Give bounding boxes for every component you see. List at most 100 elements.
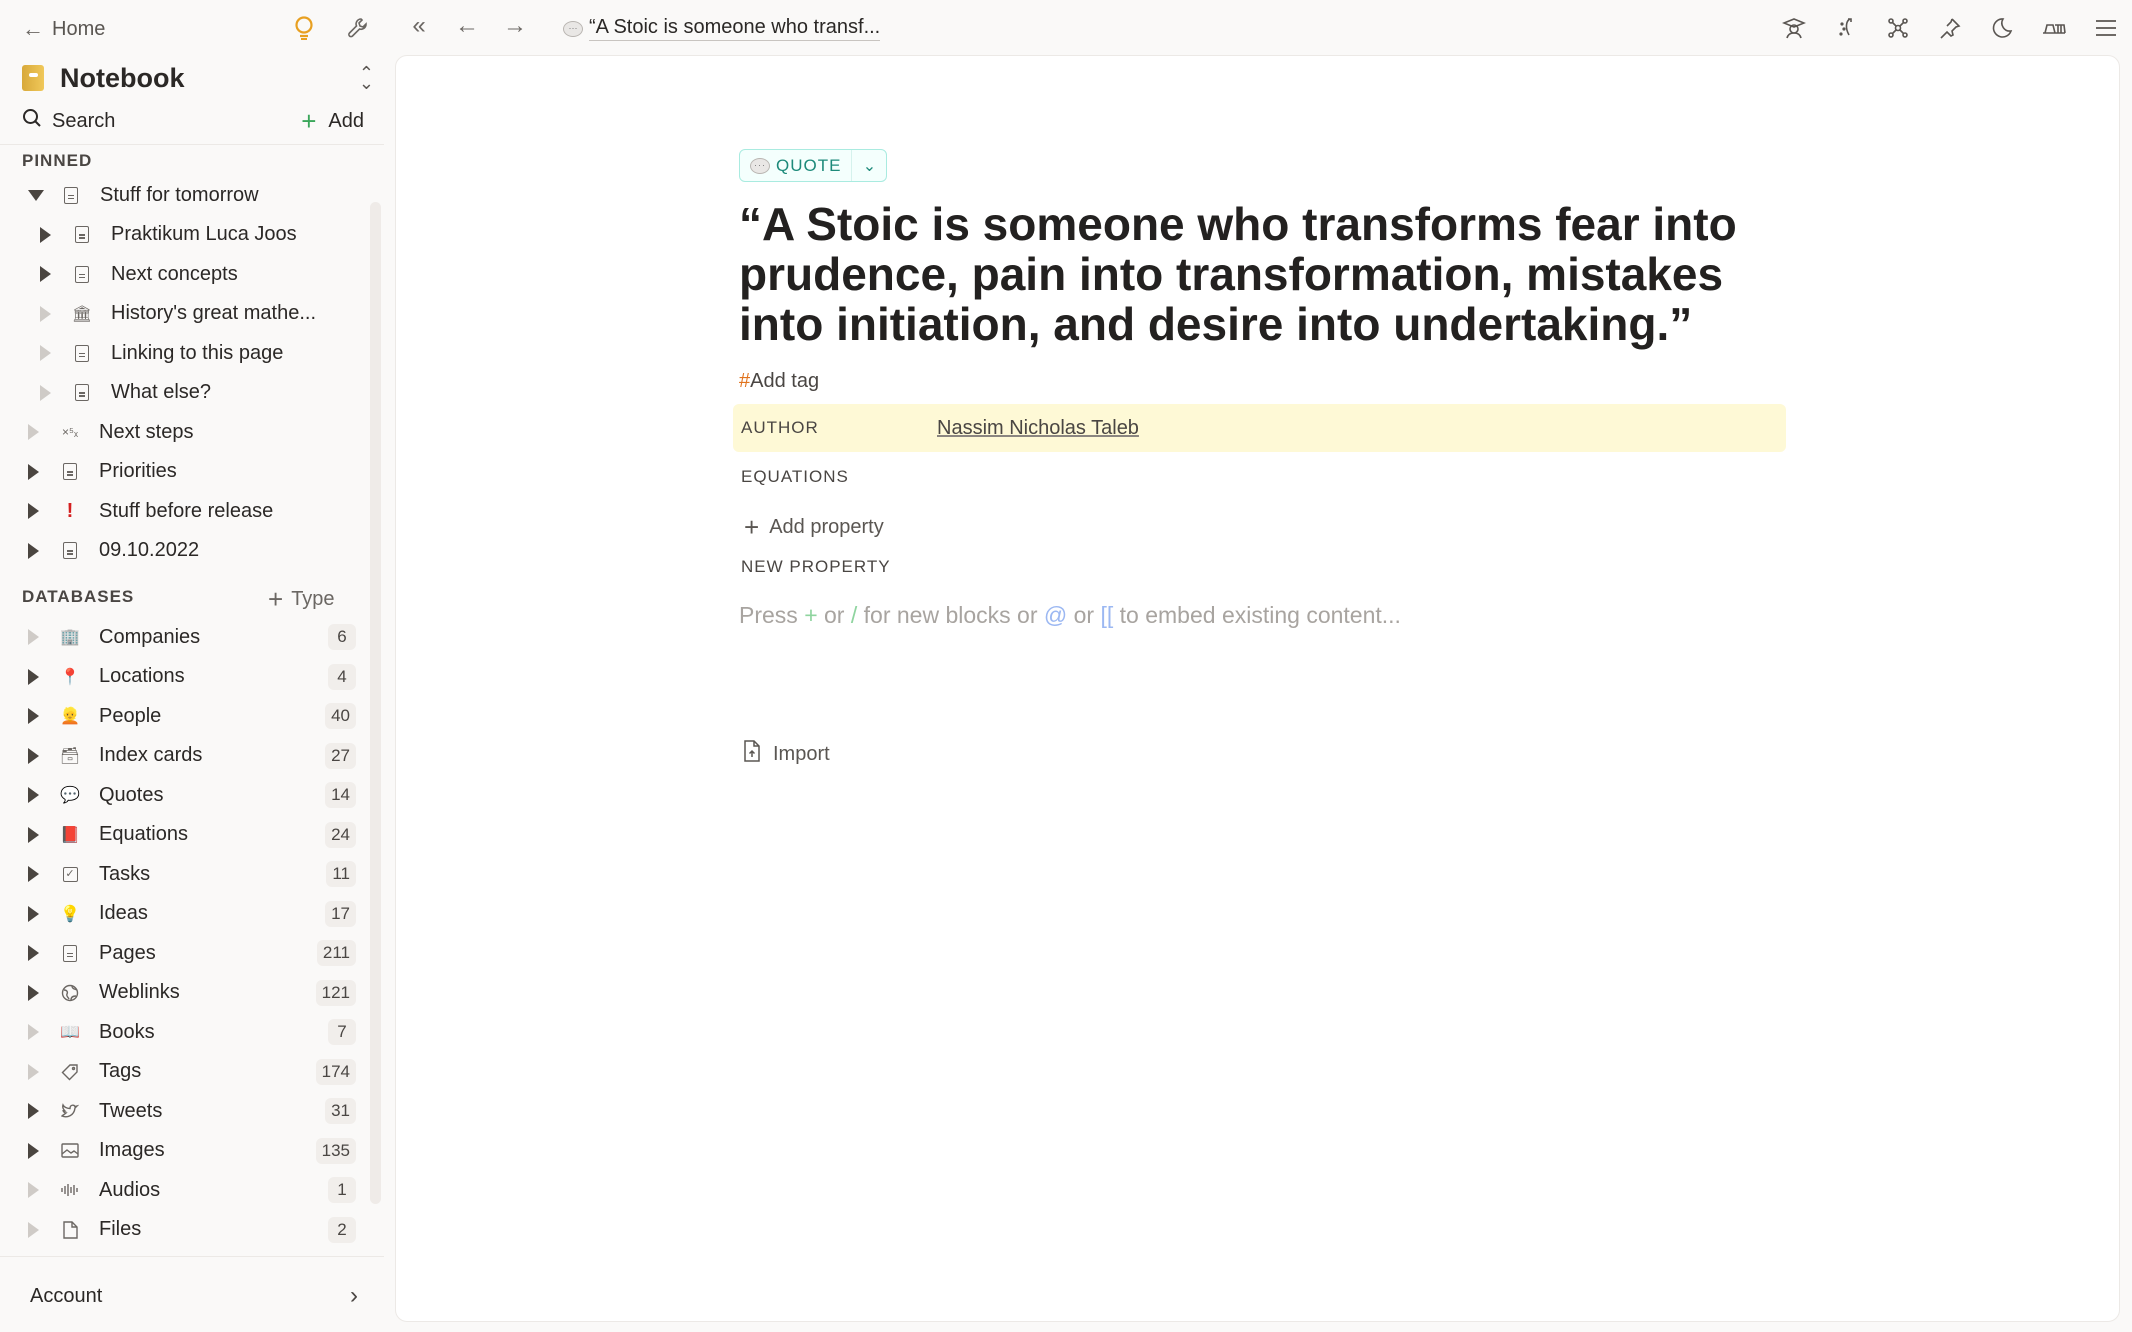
caret-right-icon[interactable] bbox=[28, 463, 39, 480]
pin-icon: 📍 bbox=[60, 668, 80, 686]
add-property-button[interactable]: + Add property bbox=[744, 512, 884, 543]
add-button[interactable]: + Add bbox=[301, 106, 364, 137]
sidebar-item[interactable]: 💡 Ideas 17 bbox=[28, 896, 356, 932]
sidebar-item[interactable]: 💬 Quotes 14 bbox=[28, 777, 356, 813]
sidebar-item-label: Pages bbox=[99, 941, 156, 964]
sidebar-item[interactable]: 📕 Equations 24 bbox=[28, 817, 356, 853]
caret-right-icon[interactable] bbox=[28, 905, 39, 922]
sidebar-item[interactable]: ✓ Tasks 11 bbox=[28, 856, 356, 892]
search-button[interactable]: Search bbox=[52, 110, 115, 133]
sidebar-item-label: History's great mathe... bbox=[111, 302, 316, 324]
sidebar-item[interactable]: 📍 Locations 4 bbox=[28, 659, 356, 695]
caret-right-icon[interactable] bbox=[28, 1182, 39, 1198]
item-count-badge: 17 bbox=[325, 900, 356, 927]
collapse-sidebar-icon[interactable]: « bbox=[405, 12, 433, 40]
editor-placeholder[interactable]: Press + or / for new blocks or @ or [[ t… bbox=[739, 602, 1401, 629]
caret-right-icon[interactable] bbox=[28, 1063, 39, 1080]
new-property-label[interactable]: NEW PROPERTY bbox=[741, 557, 891, 577]
caret-right-icon[interactable] bbox=[28, 542, 39, 559]
caret-right-icon[interactable] bbox=[28, 826, 39, 843]
sidebar-item[interactable]: Stuff for tomorrow bbox=[28, 177, 356, 213]
sidebar-item[interactable]: Images 135 bbox=[28, 1133, 356, 1169]
chevron-up-down-icon[interactable]: ⌃ ⌄ bbox=[359, 64, 374, 92]
forward-icon[interactable]: → bbox=[501, 12, 529, 40]
sidebar-item[interactable]: 🗃 Index cards 27 bbox=[28, 738, 356, 774]
sidebar-item[interactable]: Tweets 31 bbox=[28, 1093, 356, 1129]
sidebar-item[interactable]: ×⁵ₓ Next steps bbox=[28, 414, 356, 450]
sidebar-item[interactable]: Pages 211 bbox=[28, 935, 356, 971]
caret-right-icon[interactable] bbox=[28, 747, 39, 764]
menu-icon[interactable] bbox=[2092, 14, 2120, 42]
type-label: Type bbox=[291, 588, 335, 610]
open-book-icon: 📖 bbox=[60, 1024, 80, 1041]
doc-icon bbox=[59, 463, 81, 480]
notebook-switcher[interactable]: Notebook ⌃ ⌄ bbox=[22, 60, 374, 96]
sidebar-item[interactable]: Praktikum Luca Joos bbox=[40, 217, 356, 253]
caret-right-icon[interactable] bbox=[28, 503, 39, 519]
caret-right-icon[interactable] bbox=[28, 668, 39, 685]
lightbulb-icon: 💡 bbox=[60, 905, 80, 923]
caret-right-icon[interactable] bbox=[28, 708, 39, 724]
sidebar-item[interactable]: 🏢 Companies 6 bbox=[28, 619, 356, 655]
sidebar-item[interactable]: Linking to this page bbox=[40, 335, 356, 371]
sidebar-item[interactable]: ! Stuff before release bbox=[28, 493, 356, 529]
caret-right-icon[interactable] bbox=[28, 945, 39, 961]
sidebar-item-label: Praktikum Luca Joos bbox=[111, 223, 297, 245]
caret-right-icon[interactable] bbox=[40, 345, 51, 361]
caret-right-icon[interactable] bbox=[28, 984, 39, 1001]
property-row-equations[interactable]: EQUATIONS bbox=[733, 453, 1786, 501]
sidebar-item[interactable]: 09.10.2022 bbox=[28, 533, 356, 569]
sidebar-item[interactable]: Priorities bbox=[28, 454, 356, 490]
breadcrumb[interactable]: ··· “A Stoic is someone who transf... bbox=[563, 16, 881, 41]
caret-down-icon[interactable] bbox=[28, 189, 44, 201]
sidebar-item[interactable]: Next concepts bbox=[40, 256, 356, 292]
caret-right-icon[interactable] bbox=[40, 384, 51, 401]
caret-right-icon[interactable] bbox=[40, 266, 51, 282]
property-row-author[interactable]: AUTHOR Nassim Nicholas Taleb bbox=[733, 404, 1786, 452]
moon-icon[interactable] bbox=[1988, 14, 2016, 42]
back-icon[interactable]: ← bbox=[453, 12, 481, 40]
sidebar-item[interactable]: 📖 Books 7 bbox=[28, 1014, 356, 1050]
sidebar-item[interactable]: Tags 174 bbox=[28, 1054, 356, 1090]
caret-right-icon[interactable] bbox=[28, 866, 39, 882]
sidebar-item[interactable]: 👱 People 40 bbox=[28, 698, 356, 734]
graph-icon[interactable] bbox=[1884, 14, 1912, 42]
caret-right-icon[interactable] bbox=[40, 226, 51, 243]
card-file-icon: 🗃 bbox=[59, 747, 81, 765]
chevron-down-icon[interactable]: ⌄ bbox=[852, 156, 886, 176]
graduation-cap-icon[interactable] bbox=[1780, 14, 1808, 42]
sidebar-item[interactable]: Files 2 bbox=[28, 1212, 356, 1248]
sidebar-scrollbar[interactable] bbox=[370, 202, 381, 1204]
sidebar-item[interactable]: Audios 1 bbox=[28, 1172, 356, 1208]
author-link[interactable]: Nassim Nicholas Taleb bbox=[937, 417, 1139, 440]
home-link[interactable]: ← Home bbox=[22, 14, 105, 44]
lightbulb-icon[interactable] bbox=[290, 14, 318, 42]
caret-right-icon[interactable] bbox=[28, 629, 39, 645]
sparkle-moon-icon[interactable] bbox=[1832, 14, 1860, 42]
search-icon[interactable] bbox=[22, 108, 42, 134]
sidebar-item[interactable]: Weblinks 121 bbox=[28, 975, 356, 1011]
account-button[interactable]: Account › bbox=[30, 1278, 358, 1314]
type-chip-label-wrap[interactable]: ··· QUOTE bbox=[740, 150, 853, 181]
toolbar-icons bbox=[1780, 14, 2120, 42]
bird-icon bbox=[59, 1103, 81, 1119]
caret-right-icon[interactable] bbox=[28, 1103, 39, 1119]
caret-right-icon[interactable] bbox=[40, 305, 51, 322]
pin-icon[interactable] bbox=[1936, 14, 1964, 42]
sidebar-item-label: Tweets bbox=[99, 1099, 163, 1122]
shelf-icon[interactable] bbox=[2040, 14, 2068, 42]
caret-right-icon[interactable] bbox=[28, 1221, 39, 1238]
caret-right-icon[interactable] bbox=[28, 424, 39, 440]
add-property-label: Add property bbox=[769, 516, 884, 538]
caret-right-icon[interactable] bbox=[28, 787, 39, 803]
caret-right-icon[interactable] bbox=[28, 1142, 39, 1159]
caret-right-icon[interactable] bbox=[28, 1024, 39, 1040]
type-chip[interactable]: ··· QUOTE ⌄ bbox=[739, 149, 888, 182]
import-button[interactable]: Import bbox=[743, 740, 830, 768]
page-title[interactable]: “A Stoic is someone who transforms fear … bbox=[739, 199, 1799, 349]
sidebar-item[interactable]: 🏛 History's great mathe... bbox=[40, 296, 356, 332]
wrench-icon[interactable] bbox=[344, 14, 372, 42]
add-tag-button[interactable]: #Add tag bbox=[739, 370, 819, 393]
sidebar-item[interactable]: What else? bbox=[40, 375, 356, 411]
add-type-button[interactable]: + Type bbox=[268, 584, 335, 615]
